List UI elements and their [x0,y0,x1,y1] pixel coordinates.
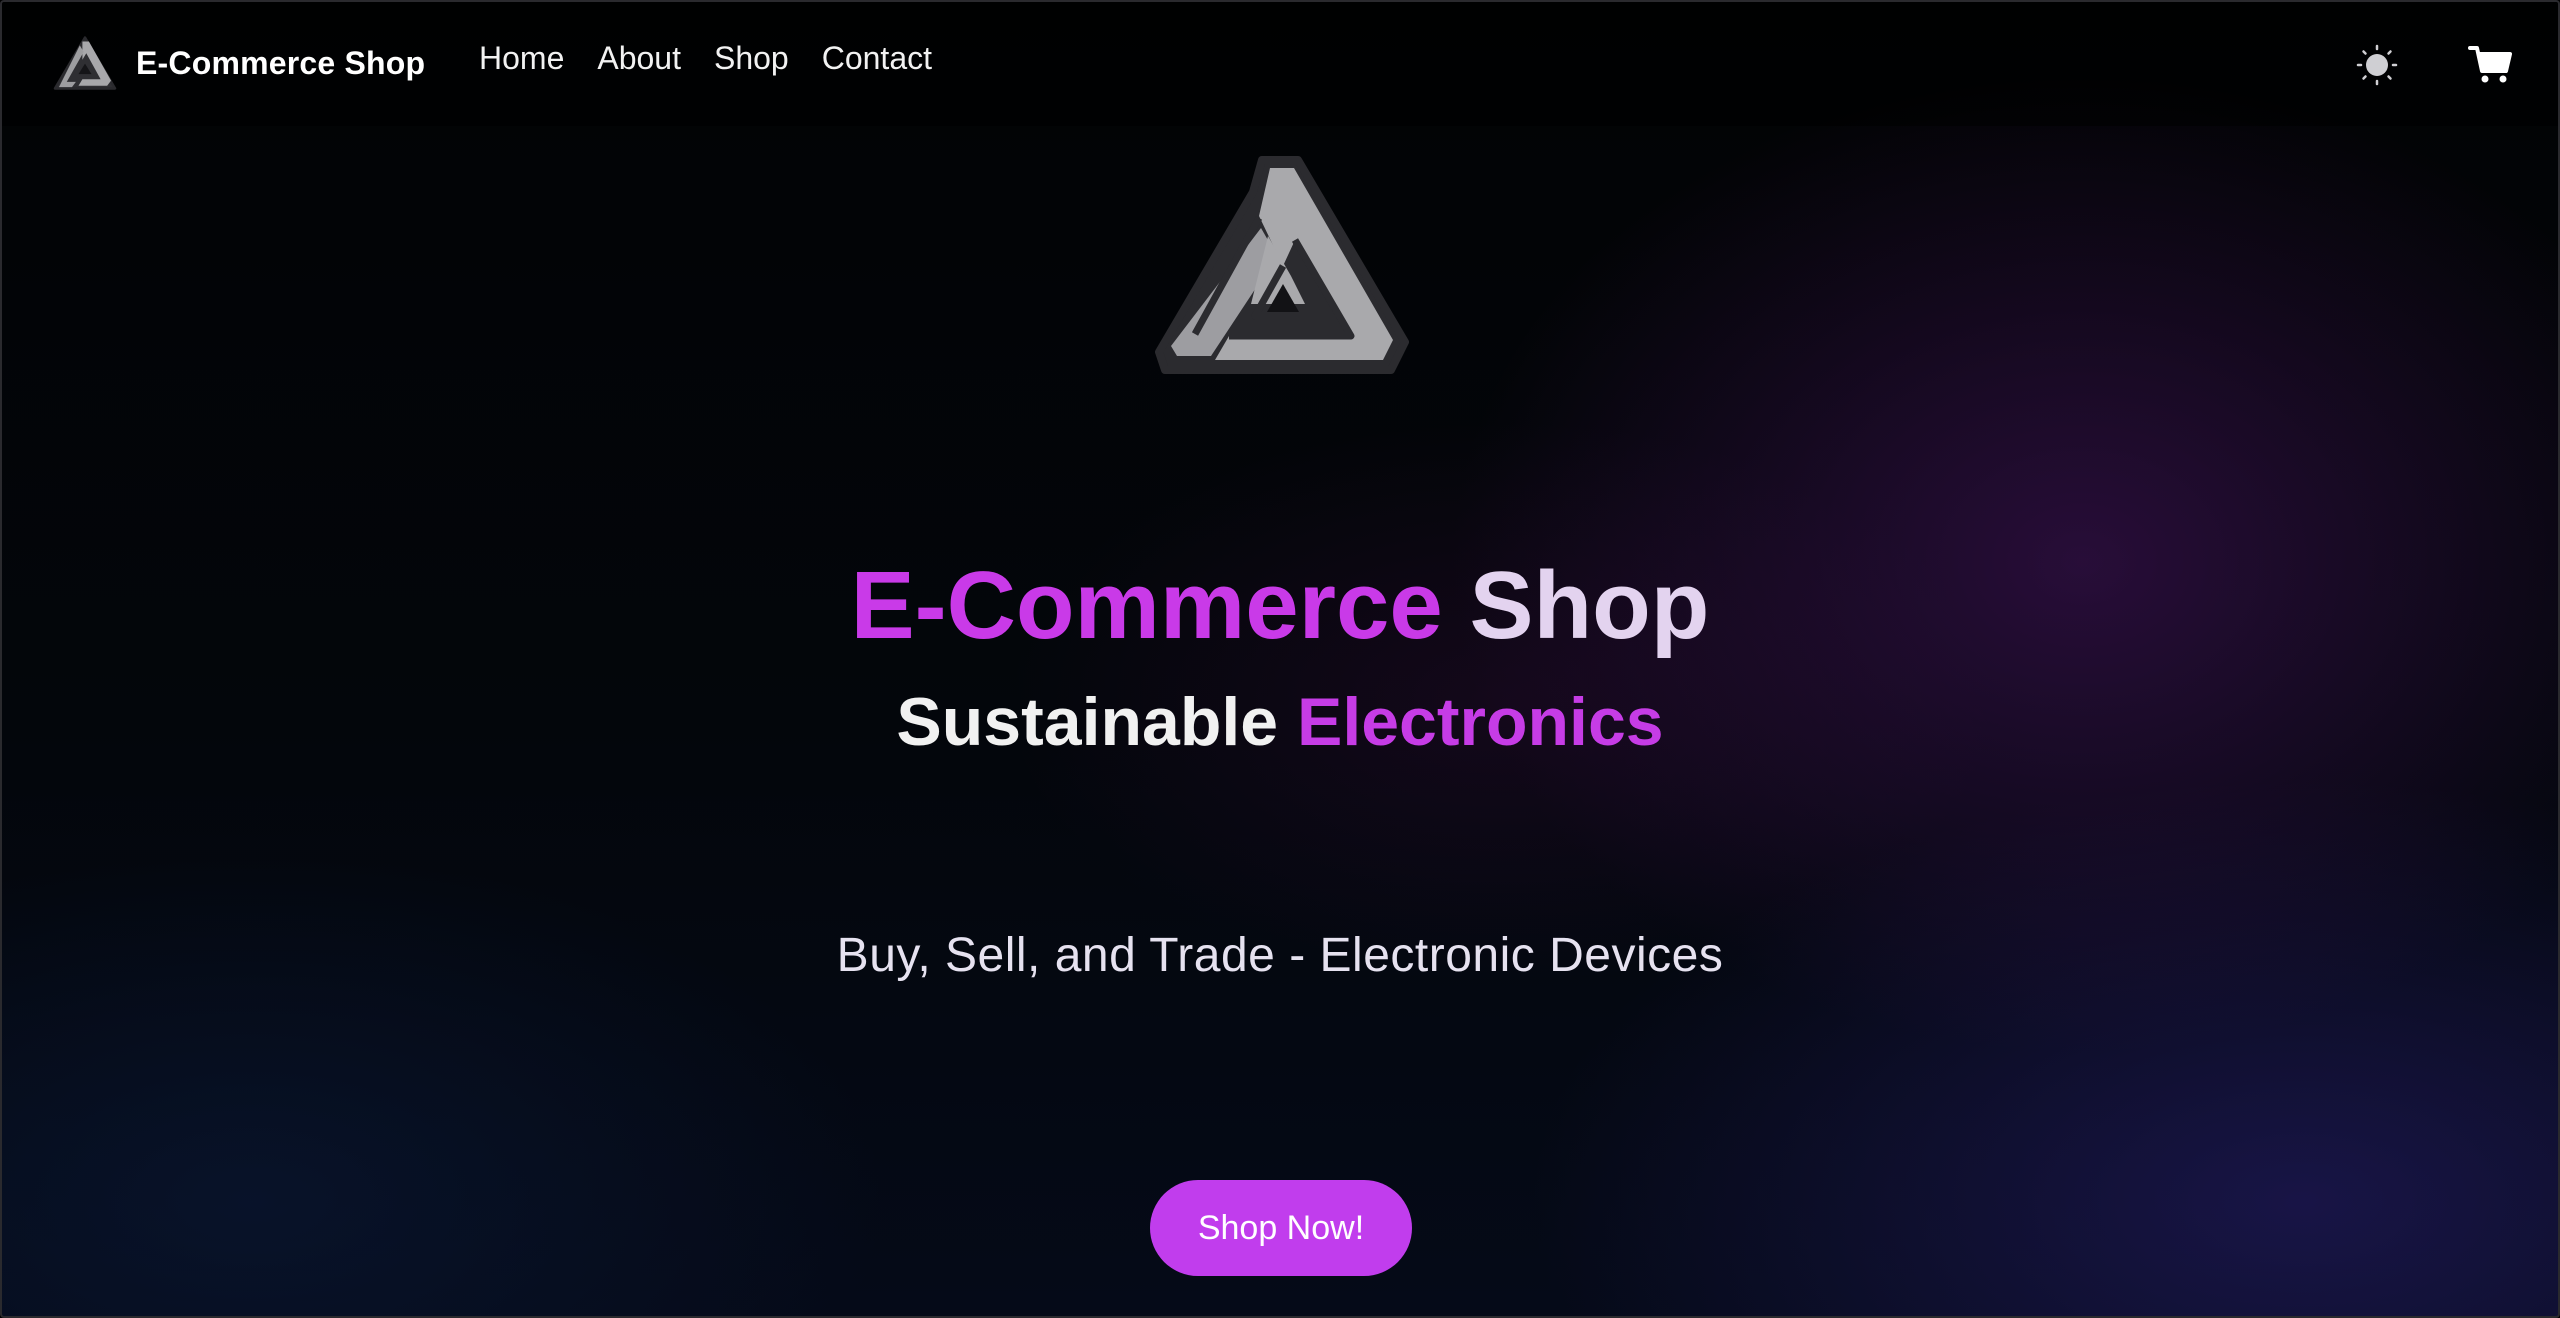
cart-button[interactable] [2468,44,2512,84]
hero-subtitle-plain: Sustainable [896,684,1279,760]
page: E-Commerce Shop Home About Shop Contact [0,0,2560,1318]
hero-tagline: Buy, Sell, and Trade - Electronic Device… [836,929,1724,982]
nav-link-about[interactable]: About [597,40,681,77]
nav-link-contact[interactable]: Contact [822,40,932,77]
brand-link[interactable]: E-Commerce Shop [52,28,425,98]
brand-logo-icon [53,36,117,90]
shop-now-button[interactable]: Shop Now! [1150,1180,1412,1276]
hero-subtitle: Sustainable Electronics [2,682,2558,762]
navbar: E-Commerce Shop Home About Shop Contact [2,2,2558,126]
brand-name: E-Commerce Shop [136,44,426,81]
cart-icon [2468,46,2512,83]
theme-toggle-button[interactable] [2356,44,2398,86]
nav-link-home[interactable]: Home [479,40,564,77]
hero-title: E-Commerce Shop [2,550,2558,662]
nav-links: Home About Shop Contact [479,40,932,77]
hero-subtitle-accent: Electronics [1296,684,1664,760]
hero-title-plain: Shop [1469,552,1710,659]
nav-link-shop[interactable]: Shop [714,40,789,77]
hero-title-accent: E-Commerce [850,552,1443,659]
sun-icon [2356,44,2398,86]
hero-logo-icon [1155,156,1409,374]
